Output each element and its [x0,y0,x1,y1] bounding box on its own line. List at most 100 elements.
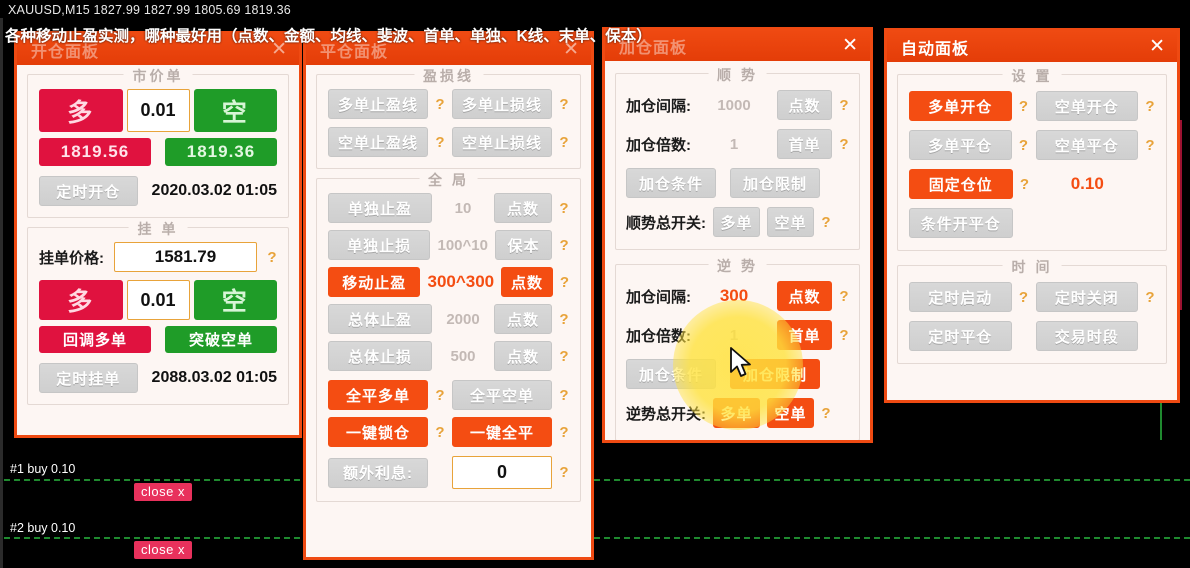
help-icon[interactable]: ? [559,424,569,441]
auto-fixed-lot-value[interactable]: 0.10 [1037,174,1139,194]
market-buy-button[interactable]: 多 [39,89,123,132]
total-tp-button[interactable]: 总体止盈 [328,304,432,334]
counter-add-condition-button[interactable]: 加仓条件 [626,359,716,389]
close-all-buy-button[interactable]: 全平多单 [328,380,428,410]
help-icon[interactable]: ? [839,136,849,153]
auto-close-sell-button[interactable]: 空单平仓 [1035,130,1138,160]
trend-interval-value[interactable]: 1000 [698,97,770,114]
panel-open-position[interactable]: 开仓面板 ✕ 市价单 多 0.01 空 1819.56 1819.36 定时开仓… [14,31,302,438]
single-tp-value[interactable]: 10 [439,200,487,217]
timer-stop-button[interactable]: 定时关闭 [1035,282,1138,312]
auto-close-buy-button[interactable]: 多单平仓 [909,130,1012,160]
timer-close-position-button[interactable]: 定时平仓 [909,321,1012,351]
pending-timer-button[interactable]: 定时挂单 [39,363,138,393]
extra-interest-button[interactable]: 额外利息: [328,457,428,488]
help-icon[interactable]: ? [821,405,831,422]
pl-line-button[interactable]: 多单止损线 [452,89,552,119]
single-tp-unit-button[interactable]: 点数 [494,193,552,223]
pending-sell-breakout-button[interactable]: 突破空单 [165,326,277,353]
auto-fixed-lot-button[interactable]: 固定仓位 [909,169,1013,199]
market-lot-input[interactable]: 0.01 [126,89,190,132]
trend-switch-sell-button[interactable]: 空单 [767,207,814,237]
total-sl-button[interactable]: 总体止损 [328,341,432,371]
pending-sell-button[interactable]: 空 [193,280,277,320]
market-sell-button[interactable]: 空 [193,89,277,132]
close-icon[interactable]: ✕ [1147,37,1167,56]
help-icon[interactable]: ? [559,311,569,328]
single-sl-unit-button[interactable]: 保本 [494,230,553,260]
help-icon[interactable]: ? [559,387,569,404]
help-icon[interactable]: ? [267,249,277,266]
trend-switch-buy-button[interactable]: 多单 [713,207,760,237]
counter-switch-buy-button[interactable]: 多单 [713,398,760,428]
close-all-sell-button[interactable]: 全平空单 [452,380,552,410]
pl-line-button[interactable]: 空单止盈线 [328,127,428,157]
trailing-tp-button[interactable]: 移动止盈 [328,267,421,297]
single-tp-button[interactable]: 单独止盈 [328,193,432,223]
trend-interval-unit-button[interactable]: 点数 [777,90,832,120]
pending-lot-input[interactable]: 0.01 [126,280,190,320]
help-icon[interactable]: ? [821,214,831,231]
panel-close-position[interactable]: 平仓面板 ✕ 盈损线 多单止盈线 ? 多单止损线 ? 空单止盈线 ? 空单止损线 [303,31,594,560]
pending-buy-pullback-button[interactable]: 回调多单 [39,326,151,353]
pending-price-input[interactable]: 1581.79 [114,242,257,272]
total-sl-value[interactable]: 500 [439,348,487,365]
help-icon[interactable]: ? [839,327,849,344]
close-trade-button[interactable]: close x [134,541,192,559]
one-key-lock-button[interactable]: 一键锁仓 [328,417,428,447]
help-icon[interactable]: ? [559,200,569,217]
trend-add-limit-button[interactable]: 加仓限制 [730,168,820,198]
trailing-tp-value[interactable]: 300^300 [427,272,494,292]
auto-conditional-button[interactable]: 条件开平仓 [909,208,1013,238]
market-sell-price[interactable]: 1819.36 [165,138,277,166]
auto-open-sell-button[interactable]: 空单开仓 [1035,91,1138,121]
trading-session-button[interactable]: 交易时段 [1035,321,1138,351]
trend-multiplier-value[interactable]: 1 [698,136,770,153]
pending-buy-button[interactable]: 多 [39,280,123,320]
help-icon[interactable]: ? [559,237,569,254]
help-icon[interactable]: ? [435,96,445,113]
single-sl-button[interactable]: 单独止损 [328,230,431,260]
help-icon[interactable]: ? [1019,289,1029,306]
market-timer-open-button[interactable]: 定时开仓 [39,176,138,206]
timer-start-button[interactable]: 定时启动 [909,282,1012,312]
trend-first-order-button[interactable]: 首单 [777,129,832,159]
help-icon[interactable]: ? [559,134,569,151]
help-icon[interactable]: ? [1145,98,1155,115]
counter-multiplier-value[interactable]: 1 [698,327,770,344]
total-sl-unit-button[interactable]: 点数 [494,341,552,371]
help-icon[interactable]: ? [435,134,445,151]
help-icon[interactable]: ? [1145,137,1155,154]
counter-switch-sell-button[interactable]: 空单 [767,398,814,428]
one-key-close-all-button[interactable]: 一键全平 [452,417,552,447]
help-icon[interactable]: ? [435,424,445,441]
counter-add-limit-button[interactable]: 加仓限制 [730,359,820,389]
help-icon[interactable]: ? [1145,289,1155,306]
help-icon[interactable]: ? [559,464,569,481]
help-icon[interactable]: ? [839,97,849,114]
help-icon[interactable]: ? [559,96,569,113]
total-tp-value[interactable]: 2000 [439,311,487,328]
help-icon[interactable]: ? [1019,137,1029,154]
help-icon[interactable]: ? [560,274,569,291]
pl-line-button[interactable]: 空单止损线 [452,127,552,157]
pl-line-button[interactable]: 多单止盈线 [328,89,428,119]
single-sl-value[interactable]: 100^10 [437,237,487,254]
help-icon[interactable]: ? [1020,176,1030,193]
counter-interval-unit-button[interactable]: 点数 [777,281,832,311]
panel-add-position[interactable]: 加仓面板 ✕ 顺 势 加仓间隔: 1000 点数 ? 加仓倍数: 1 首单 ? … [602,27,873,443]
counter-first-order-button[interactable]: 首单 [777,320,832,350]
close-icon[interactable]: ✕ [840,36,860,55]
panel-auto[interactable]: 自动面板 ✕ 设 置 多单开仓 ? 空单开仓 ? 多单平仓 ? 空单平仓 ? 固… [884,28,1180,403]
counter-interval-value[interactable]: 300 [698,286,770,306]
help-icon[interactable]: ? [435,387,445,404]
auto-open-buy-button[interactable]: 多单开仓 [909,91,1012,121]
market-buy-price[interactable]: 1819.56 [39,138,151,166]
trend-add-condition-button[interactable]: 加仓条件 [626,168,716,198]
total-tp-unit-button[interactable]: 点数 [494,304,552,334]
help-icon[interactable]: ? [839,288,849,305]
extra-interest-input[interactable]: 0 [452,456,552,489]
help-icon[interactable]: ? [1019,98,1029,115]
help-icon[interactable]: ? [559,348,569,365]
close-trade-button[interactable]: close x [134,483,192,501]
